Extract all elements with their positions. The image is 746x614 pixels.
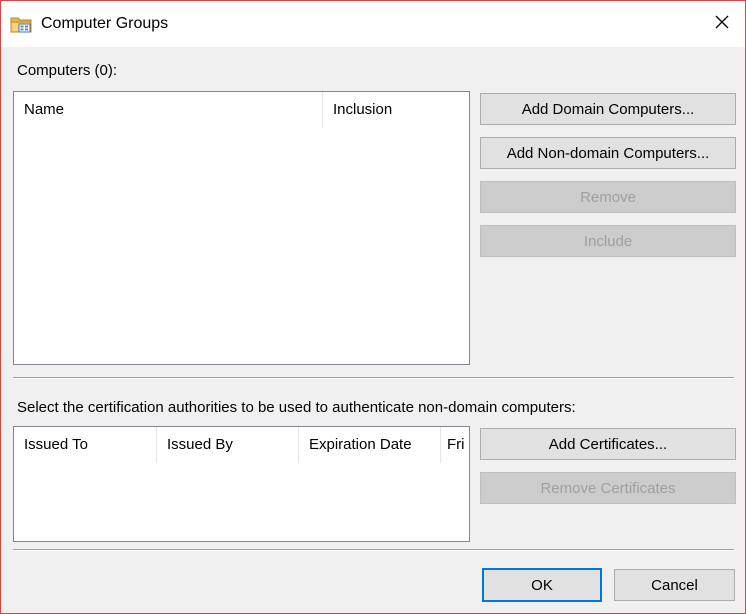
column-header-issued-by[interactable]: Issued By xyxy=(157,427,299,463)
certificates-list[interactable]: Issued To Issued By Expiration Date Fri xyxy=(13,426,470,542)
computers-list[interactable]: Name Inclusion xyxy=(13,91,470,365)
column-header-issued-to[interactable]: Issued To xyxy=(14,427,157,463)
ok-button-label: OK xyxy=(531,576,553,594)
add-certificates-button[interactable]: Add Certificates... xyxy=(480,428,736,460)
column-header-inclusion[interactable]: Inclusion xyxy=(323,92,469,128)
cancel-button[interactable]: Cancel xyxy=(614,569,735,601)
computers-label: Computers (0): xyxy=(17,62,118,79)
ok-button[interactable]: OK xyxy=(482,568,602,602)
certificates-label: Select the certification authorities to … xyxy=(17,399,576,416)
computer-groups-icon xyxy=(10,13,32,35)
column-header-name[interactable]: Name xyxy=(14,92,323,128)
section-divider xyxy=(13,377,734,379)
footer-divider xyxy=(13,549,734,551)
column-header-expiration-date[interactable]: Expiration Date xyxy=(299,427,441,463)
computers-list-header: Name Inclusion xyxy=(14,92,469,128)
column-header-friendly-name[interactable]: Fri xyxy=(441,427,469,463)
certificates-list-header: Issued To Issued By Expiration Date Fri xyxy=(14,427,469,463)
close-button[interactable] xyxy=(699,1,745,47)
close-icon xyxy=(715,15,729,33)
remove-certificates-button[interactable]: Remove Certificates xyxy=(480,472,736,504)
computer-groups-dialog: Computer Groups Computers (0): Name Incl… xyxy=(0,0,746,614)
title-bar: Computer Groups xyxy=(1,1,745,47)
add-non-domain-computers-button[interactable]: Add Non-domain Computers... xyxy=(480,137,736,169)
include-button[interactable]: Include xyxy=(480,225,736,257)
remove-button[interactable]: Remove xyxy=(480,181,736,213)
add-domain-computers-button[interactable]: Add Domain Computers... xyxy=(480,93,736,125)
dialog-title: Computer Groups xyxy=(41,15,169,32)
